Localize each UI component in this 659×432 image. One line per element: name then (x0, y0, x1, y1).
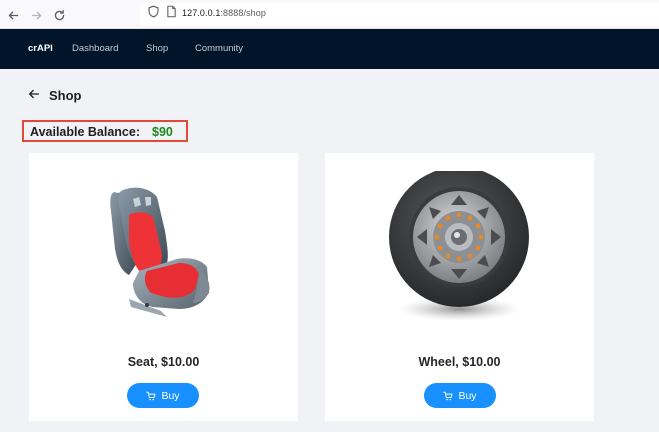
arrow-left-icon[interactable] (27, 87, 41, 101)
app-navbar: crAPI Dashboard Shop Community (0, 29, 659, 69)
buy-button[interactable]: Buy (127, 383, 199, 408)
page-icon[interactable] (165, 5, 178, 18)
buy-button[interactable]: Buy (424, 383, 496, 408)
product-card-seat: Seat, $10.00 Buy (29, 153, 298, 421)
balance-label: Available Balance: (30, 125, 141, 139)
product-title: Seat, $10.00 (127, 355, 200, 369)
url-path: :8888/shop (220, 8, 266, 18)
cart-icon (443, 391, 453, 400)
nav-link-shop[interactable]: Shop (146, 43, 168, 54)
browser-toolbar: 127.0.0.1:8888/shop (0, 0, 659, 29)
buy-button-label: Buy (161, 389, 180, 402)
shield-icon[interactable] (147, 5, 160, 18)
balance-value: $90 (152, 125, 173, 139)
buy-button-label: Buy (458, 389, 477, 402)
wheel-image (389, 171, 529, 321)
product-title: Wheel, $10.00 (418, 355, 501, 369)
nav-link-community[interactable]: Community (195, 43, 243, 54)
url-text[interactable]: 127.0.0.1:8888/shop (182, 8, 266, 18)
car-seat-image (110, 187, 210, 317)
brand-logo[interactable]: crAPI (28, 43, 53, 54)
nav-link-dashboard[interactable]: Dashboard (72, 43, 118, 54)
cart-icon (146, 391, 156, 400)
back-arrow-icon[interactable] (4, 6, 22, 24)
forward-arrow-icon[interactable] (27, 6, 45, 24)
product-card-wheel: Wheel, $10.00 Buy (325, 153, 594, 421)
url-host: 127.0.0.1 (182, 8, 221, 18)
page-title: Shop (49, 88, 82, 103)
available-balance: Available Balance: $90 (22, 120, 188, 142)
reload-icon[interactable] (50, 6, 68, 24)
